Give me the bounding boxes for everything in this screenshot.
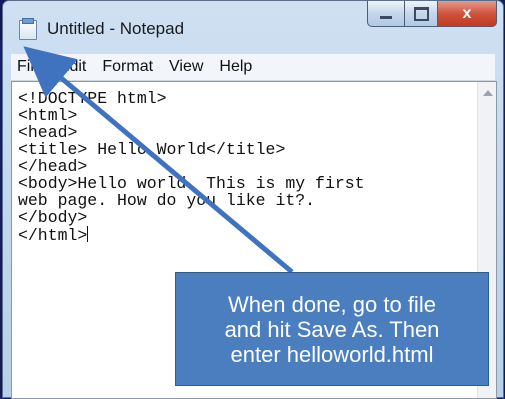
editor-content[interactable]: <!DOCTYPE html> <html> <head> <title> He… (18, 90, 365, 244)
maximize-icon (413, 6, 429, 21)
instruction-callout: When done, go to file and hit Save As. T… (175, 272, 489, 386)
scroll-up-arrow-icon[interactable] (483, 90, 493, 96)
editor-text: <!DOCTYPE html> <html> <head> <title> He… (18, 89, 365, 245)
menu-help[interactable]: Help (211, 58, 260, 76)
window-title: Untitled - Notepad (47, 19, 185, 38)
close-button[interactable]: x (438, 1, 497, 27)
maximize-button[interactable] (405, 1, 438, 27)
minimize-icon (380, 16, 392, 19)
menu-file[interactable]: File (11, 58, 51, 76)
caption-buttons: x (367, 1, 497, 29)
menu-format[interactable]: Format (94, 58, 161, 76)
menu-edit[interactable]: Edit (51, 58, 95, 76)
text-caret (87, 226, 89, 242)
menu-bar: File Edit Format View Help (11, 54, 495, 81)
close-icon: x (462, 4, 472, 22)
callout-text: When done, go to file and hit Save As. T… (224, 291, 440, 367)
minimize-button[interactable] (367, 1, 405, 27)
menu-view[interactable]: View (161, 58, 211, 76)
notepad-icon[interactable] (19, 18, 37, 40)
title-bar[interactable]: Untitled - Notepad x (3, 1, 503, 48)
